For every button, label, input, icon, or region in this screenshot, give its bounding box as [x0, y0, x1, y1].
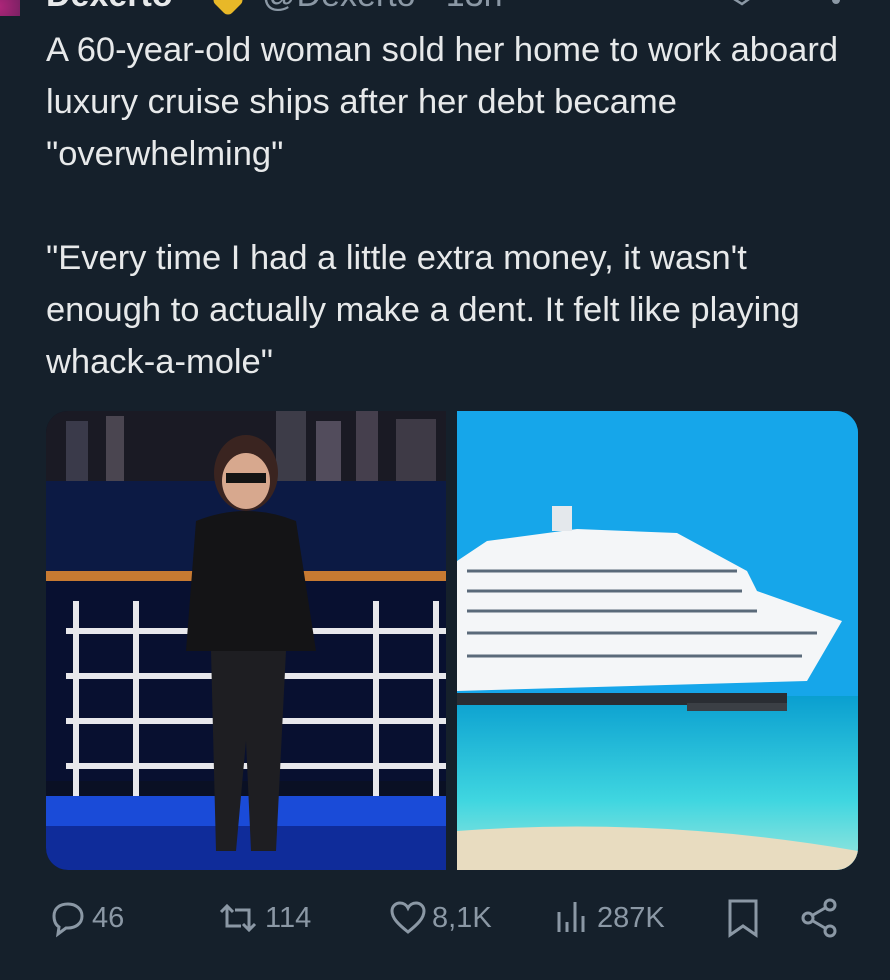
like-count: 8,1K: [432, 901, 492, 934]
woman-on-cruise-deck-photo[interactable]: [46, 411, 446, 870]
view-count: 287K: [597, 901, 665, 934]
reply-icon: [52, 902, 84, 938]
more-icon[interactable]: [824, 0, 848, 6]
tweet-header: Dexerto @Dexerto · 13h: [0, 0, 890, 16]
repost-count: 114: [265, 901, 312, 934]
avatar[interactable]: [0, 0, 20, 16]
analytics-icon: [557, 902, 585, 932]
repost-button[interactable]: 114: [215, 890, 311, 946]
heart-icon: [390, 901, 426, 934]
reply-count: 46: [92, 901, 125, 934]
reply-button[interactable]: 46: [48, 890, 124, 946]
media-grid: [46, 411, 858, 870]
like-button[interactable]: 8,1K: [388, 890, 492, 946]
tweet-text: A 60-year-old woman sold her home to wor…: [46, 31, 839, 381]
grok-icon[interactable]: [722, 0, 762, 10]
repost-icon: [219, 903, 257, 933]
verified-badge-icon: [211, 0, 245, 16]
views-button[interactable]: 287K: [553, 890, 665, 946]
share-button[interactable]: [800, 890, 844, 946]
cruise-ship-at-beach-photo[interactable]: [457, 411, 858, 870]
share-icon: [801, 898, 837, 938]
bookmark-icon: [728, 899, 758, 938]
tweet-actions: 46 114 8,1K 287K: [0, 890, 890, 950]
author-name[interactable]: Dexerto: [46, 0, 173, 15]
author-handle[interactable]: @Dexerto · 13h: [262, 0, 503, 15]
bookmark-button[interactable]: [724, 890, 766, 946]
